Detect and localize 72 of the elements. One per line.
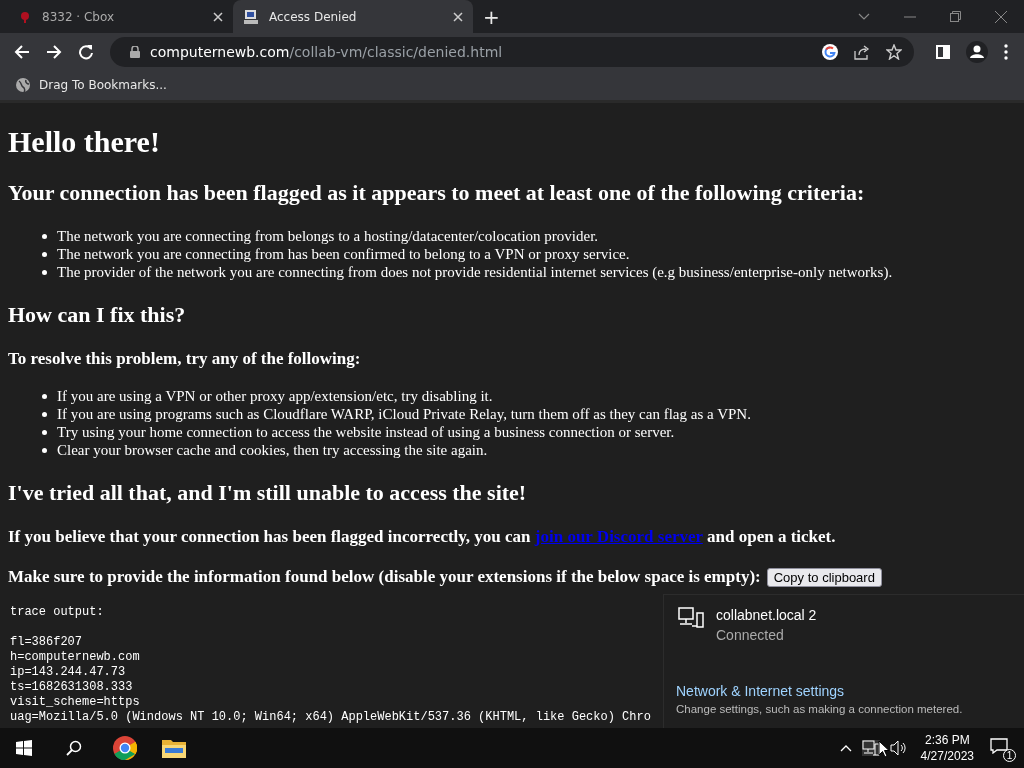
subheading: To resolve this problem, try any of the following: — [8, 349, 362, 369]
section-heading: I've tried all that, and I'm still unable to access the site! — [8, 480, 528, 506]
notification-count: 1 — [1003, 749, 1016, 762]
trace-line: ts=1682631308.333 — [10, 680, 133, 695]
network-icon — [678, 607, 704, 629]
side-panel-icon[interactable] — [936, 44, 950, 59]
trace-line: visit_scheme=https — [10, 695, 140, 710]
trace-heading: trace output: — [10, 605, 104, 620]
list-item-text: If you are using a VPN or other proxy app/extension/etc, try disabling it. — [57, 387, 493, 405]
star-icon[interactable] — [886, 43, 902, 60]
section-heading: Your connection has been flagged as it appears to meet at least one of the following criteria: — [8, 180, 866, 206]
clock[interactable]: 2:36 PM 4/27/2023 — [920, 732, 974, 764]
settings-hint: Change settings, such as making a connection metered. — [676, 703, 963, 715]
lock-icon — [130, 45, 140, 58]
back-icon[interactable] — [14, 43, 30, 60]
profile-icon[interactable] — [966, 40, 988, 63]
close-icon[interactable] — [213, 11, 223, 22]
favicon-icon — [18, 9, 32, 24]
settings-link[interactable]: Network & Internet settings — [676, 683, 845, 699]
search-icon[interactable] — [66, 740, 82, 756]
globe-icon — [16, 78, 30, 92]
bullet-icon — [42, 411, 47, 417]
bullet-icon — [42, 447, 47, 453]
url-text: computernewb.com/collab-vm/classic/denied.html — [150, 43, 503, 60]
network-icon[interactable] — [861, 740, 880, 756]
list-item-text: The network you are connecting from belongs to a hosting/datacenter/colocation provider. — [57, 227, 599, 245]
list-item-text: Try using your home connection to access the website instead of using a business connection or server. — [57, 423, 675, 441]
bullet-icon — [42, 269, 47, 275]
list-item-text: The network you are connecting from has been confirmed to belong to a VPN or proxy service. — [57, 245, 630, 263]
speaker-icon[interactable] — [889, 740, 908, 756]
menu-icon[interactable] — [1004, 43, 1008, 60]
restore-icon[interactable] — [950, 11, 961, 22]
folder-icon[interactable] — [162, 737, 186, 759]
close-icon[interactable] — [453, 11, 463, 22]
copy-button[interactable]: Copy to clipboard — [766, 567, 882, 587]
close-icon[interactable] — [995, 10, 1007, 23]
network-name: collabnet.local 2 — [716, 607, 817, 623]
list-item-text: The provider of the network you are connecting from does not provide residential internet services (e.g business/enterprise-only networks). — [57, 263, 893, 281]
notifications-button[interactable]: 1 — [988, 734, 1016, 762]
new-tab-button[interactable]: + — [473, 4, 510, 29]
tab-title: 8332 · Cbox — [42, 9, 116, 24]
trace-line: fl=386f207 — [10, 635, 82, 650]
section-heading: How can I fix this? — [8, 302, 187, 328]
share-icon[interactable] — [854, 43, 870, 60]
reload-icon[interactable] — [78, 43, 94, 60]
google-icon[interactable] — [822, 43, 838, 60]
forward-icon[interactable] — [46, 43, 62, 60]
trace-line: uag=Mozilla/5.0 (Windows NT 10.0; Win64; x64) AppleWebKit/537.36 (KHTML, like Gecko) Chro — [10, 710, 651, 725]
list-item-text: Clear your browser cache and cookies, then try accessing the site again. — [57, 441, 488, 459]
chevron-up-icon[interactable] — [839, 744, 852, 752]
bullet-icon — [42, 393, 47, 399]
bullet-icon — [42, 233, 47, 239]
chrome-icon[interactable] — [113, 736, 137, 760]
trace-line: h=computernewb.com — [10, 650, 140, 665]
browser-tab[interactable]: 8332 · Cbox — [8, 0, 233, 33]
help-sentence: If you believe that your connection has been flagged incorrectly, you can join our Discord server and open a ticket. — [8, 527, 837, 547]
page-title: Hello there! — [8, 125, 161, 159]
windows-icon[interactable] — [16, 740, 32, 756]
bookmarks-hint: Drag To Bookmarks... — [39, 78, 167, 92]
instruction-text: Make sure to provide the information found below (disable your extensions if the below space is empty): — [8, 567, 761, 587]
chat-icon — [990, 738, 1008, 754]
browser-tab[interactable]: Access Denied — [233, 0, 473, 33]
address-bar[interactable]: computernewb.com/collab-vm/classic/denied.html — [110, 36, 914, 67]
computer-icon — [243, 8, 259, 25]
tab-title: Access Denied — [269, 9, 358, 24]
cursor-icon — [878, 740, 890, 758]
chevron-down-icon[interactable] — [858, 12, 870, 21]
list-item-text: If you are using programs such as Cloudflare WARP, iCloud Private Relay, turn them off as they can flag as a VPN. — [57, 405, 751, 423]
trace-line: ip=143.244.47.73 — [10, 665, 126, 680]
bullet-icon — [42, 429, 47, 435]
bullet-icon — [42, 251, 47, 257]
network-status: Connected — [716, 627, 785, 643]
